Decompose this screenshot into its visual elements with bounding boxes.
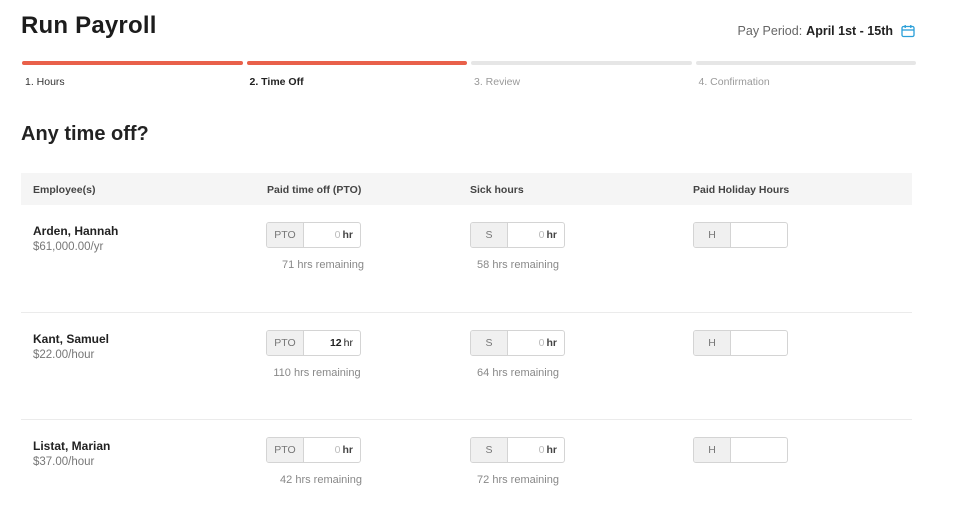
pay-period[interactable]: Pay Period: April 1st - 15th: [738, 24, 915, 38]
step-hours[interactable]: 1. Hours: [22, 61, 243, 88]
step-label: 4. Confirmation: [698, 76, 770, 88]
step-bar: [695, 61, 916, 65]
header-sick: Sick hours: [470, 184, 524, 196]
sick-field[interactable]: 0 hr: [508, 223, 564, 247]
header-holiday: Paid Holiday Hours: [693, 184, 790, 196]
pto-value: 0: [334, 444, 341, 456]
pto-addon: PTO: [267, 330, 304, 355]
sick-input[interactable]: S 0 hr: [470, 437, 565, 463]
sick-field[interactable]: 0 hr: [508, 438, 564, 462]
holiday-input[interactable]: H: [693, 329, 788, 356]
pto-field[interactable]: 0 hr: [304, 223, 360, 247]
step-label: 3. Review: [474, 76, 521, 88]
pto-remaining: 110 hrs remaining: [273, 366, 361, 379]
step-bar: [471, 61, 692, 65]
step-review[interactable]: 3. Review: [471, 61, 692, 88]
pay-period-label: Pay Period:: [737, 24, 803, 38]
step-confirmation[interactable]: 4. Confirmation: [695, 61, 916, 88]
header-employee: Employee(s): [33, 184, 96, 196]
pto-addon: PTO: [267, 223, 304, 247]
pto-field[interactable]: 0 hr: [304, 438, 360, 462]
pto-remaining: 42 hrs remaining: [280, 474, 362, 486]
step-time-off[interactable]: 2. Time Off: [246, 61, 467, 88]
holiday-field[interactable]: [731, 438, 787, 462]
table-row: Kant, Samuel $22.00/hour PTO 12 hr 110 h…: [21, 313, 912, 420]
sick-unit: hr: [546, 444, 558, 456]
sick-unit: hr: [546, 336, 558, 349]
sick-value: 0: [538, 336, 545, 349]
employee-rate: $22.00/hour: [33, 348, 95, 361]
section-title: Any time off?: [21, 123, 149, 145]
sick-remaining: 72 hrs remaining: [477, 474, 559, 486]
holiday-addon: H: [694, 330, 731, 355]
sick-remaining: 64 hrs remaining: [477, 366, 559, 379]
holiday-addon: H: [694, 223, 731, 247]
step-bar: [22, 61, 243, 65]
pto-unit: hr: [342, 229, 354, 241]
header-pto: Paid time off (PTO): [267, 184, 362, 196]
employee-name: Listat, Marian: [33, 439, 111, 453]
table-row: Arden, Hannah $61,000.00/yr PTO 0 hr 71 …: [21, 205, 912, 313]
sick-addon: S: [471, 330, 508, 355]
table-header: Employee(s) Paid time off (PTO) Sick hou…: [21, 173, 912, 205]
pto-input[interactable]: PTO 0 hr: [266, 437, 361, 463]
employee-rate: $37.00/hour: [33, 456, 95, 468]
pto-input[interactable]: PTO 0 hr: [266, 222, 361, 248]
table-row: Listat, Marian $37.00/hour PTO 0 hr 42 h…: [21, 420, 912, 507]
pto-unit: hr: [342, 444, 354, 456]
sick-addon: S: [471, 438, 508, 462]
pto-addon: PTO: [267, 438, 304, 462]
holiday-field[interactable]: [731, 331, 787, 355]
pto-value: 0: [334, 229, 341, 241]
page-title: Run Payroll: [21, 12, 157, 39]
sick-value: 0: [538, 444, 545, 456]
holiday-field[interactable]: [731, 223, 787, 247]
pto-unit: hr: [343, 336, 353, 349]
sick-input[interactable]: S 0 hr: [470, 329, 565, 356]
pay-period-value: April 1st - 15th: [806, 24, 893, 38]
employee-name: Arden, Hannah: [33, 224, 119, 238]
holiday-input[interactable]: H: [693, 437, 788, 463]
calendar-icon[interactable]: [901, 24, 915, 38]
sick-addon: S: [471, 223, 508, 247]
employee-rate: $61,000.00/yr: [33, 241, 104, 253]
holiday-addon: H: [694, 438, 731, 462]
progress-stepper: 1. Hours 2. Time Off 3. Review 4. Confir…: [22, 61, 916, 88]
pto-input[interactable]: PTO 12 hr: [266, 329, 361, 356]
pto-field[interactable]: 12 hr: [304, 331, 360, 355]
sick-value: 0: [538, 229, 545, 241]
sick-unit: hr: [546, 229, 558, 241]
sick-field[interactable]: 0 hr: [508, 331, 564, 355]
step-label: 1. Hours: [25, 76, 65, 88]
pto-remaining: 71 hrs remaining: [282, 259, 364, 271]
sick-remaining: 58 hrs remaining: [477, 259, 559, 271]
time-off-table: Employee(s) Paid time off (PTO) Sick hou…: [21, 173, 912, 507]
step-label: 2. Time Off: [249, 76, 304, 88]
holiday-input[interactable]: H: [693, 222, 788, 248]
sick-input[interactable]: S 0 hr: [470, 222, 565, 248]
step-bar: [246, 61, 467, 65]
employee-name: Kant, Samuel: [33, 331, 110, 346]
pto-value: 12: [329, 336, 342, 349]
